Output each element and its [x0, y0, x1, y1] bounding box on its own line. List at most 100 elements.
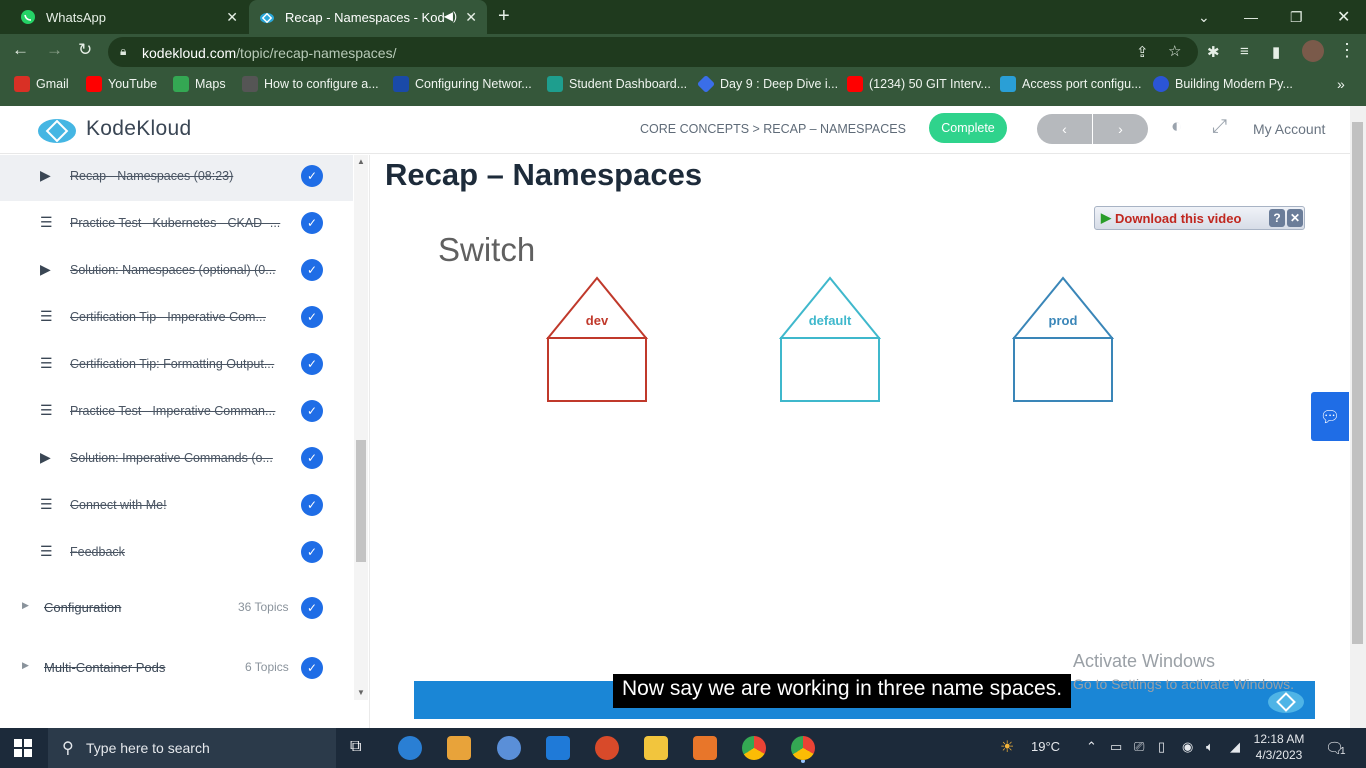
scroll-up-icon[interactable]: ▲	[357, 157, 365, 166]
camera-icon[interactable]: ◉	[1182, 739, 1193, 755]
edge-icon[interactable]	[398, 736, 422, 760]
lesson-item[interactable]: ☰ Practice Test - Kubernetes - CKAD -...…	[0, 202, 353, 248]
windows-start-icon[interactable]	[14, 739, 32, 757]
back-icon[interactable]: ←	[12, 40, 29, 60]
maps-icon	[173, 76, 189, 92]
download-video-button[interactable]: ▶ Download this video ? ✕	[1094, 206, 1305, 230]
help-icon[interactable]: ?	[1269, 209, 1285, 227]
close-window-icon[interactable]: ✕	[1337, 0, 1350, 34]
more-bookmarks-icon[interactable]: »	[1337, 76, 1345, 92]
share-icon[interactable]: ⇪	[1136, 43, 1149, 61]
bookmark-star-icon[interactable]: ☆	[1168, 42, 1181, 60]
bookmark-maps[interactable]: Maps	[173, 76, 226, 92]
lesson-item[interactable]: ▶︎ Solution: Namespaces (optional) (0...…	[0, 249, 353, 295]
lesson-item[interactable]: ☰ Certification Tip - Imperative Com... …	[0, 296, 353, 342]
lesson-item[interactable]: ▶︎ Solution: Imperative Commands (o... ✓	[0, 437, 353, 483]
profile-avatar[interactable]	[1302, 40, 1324, 62]
next-lesson-button[interactable]: ›	[1093, 114, 1148, 144]
house-dev	[545, 276, 649, 402]
page-title: Recap – Namespaces	[385, 157, 703, 192]
scroll-down-icon[interactable]: ▼	[357, 688, 365, 697]
close-tab-icon[interactable]: ✕	[226, 9, 238, 26]
close-tab-icon[interactable]: ✕	[465, 9, 477, 26]
bookmark-day9[interactable]: Day 9 : Deep Dive i...	[696, 74, 838, 94]
bookmark-gmail[interactable]: Gmail	[14, 76, 69, 92]
media-control-icon[interactable]: ≡	[1240, 43, 1249, 60]
bookmark-git-interview[interactable]: (1234) 50 GIT Interv...	[847, 76, 991, 92]
chat-button[interactable]: 💬︎	[1311, 392, 1349, 441]
mail-icon[interactable]	[546, 736, 570, 760]
reload-icon[interactable]: ↻	[78, 40, 92, 60]
expand-triangle-icon[interactable]: ▶	[22, 660, 29, 671]
fullscreen-icon[interactable]: ⤢	[1212, 116, 1227, 138]
chrome-icon[interactable]	[742, 736, 766, 760]
sidebar-scrollbar[interactable]	[354, 155, 368, 700]
house-label-dev: dev	[585, 313, 609, 328]
side-panel-icon[interactable]: ▮	[1272, 43, 1280, 61]
minimize-icon[interactable]: —	[1244, 0, 1258, 34]
section-item[interactable]: ▶ Configuration 36 Topics ✓	[0, 588, 353, 628]
bookmark-label: Maps	[195, 77, 226, 91]
temperature[interactable]: 19°C	[1031, 739, 1060, 754]
tab-kodekloud[interactable]: Recap - Namespaces - KodeK ◀) ✕	[249, 0, 487, 34]
new-tab-icon[interactable]: +	[498, 5, 510, 28]
app-icon[interactable]	[595, 736, 619, 760]
lesson-item[interactable]: ▶︎ Recap - Namespaces (08:23) ✓	[0, 155, 353, 201]
address-bar[interactable]: 🔒︎ kodekloud.com/topic/recap-namespaces/…	[108, 37, 1198, 67]
expand-triangle-icon[interactable]: ▶	[22, 600, 29, 611]
close-icon[interactable]: ✕	[1287, 209, 1303, 227]
dark-mode-icon[interactable]: ◐	[1171, 116, 1182, 138]
kodekloud-logo[interactable]: KodeKloud	[36, 114, 191, 144]
file-explorer-icon[interactable]	[644, 736, 668, 760]
page-scroll-thumb[interactable]	[1352, 122, 1363, 644]
completed-check-icon: ✓	[301, 541, 323, 563]
extensions-icon[interactable]: ✱	[1207, 43, 1220, 61]
breadcrumb[interactable]: CORE CONCEPTS > RECAP – NAMESPACES	[640, 122, 906, 136]
bookmark-youtube[interactable]: YouTube	[86, 76, 157, 92]
app-icon[interactable]	[693, 736, 717, 760]
previous-lesson-button[interactable]: ‹	[1037, 114, 1092, 144]
video-player[interactable]: dev default prod	[414, 215, 1314, 685]
speaker-icon[interactable]: ◀)	[444, 9, 457, 23]
url-path: /topic/recap-namespaces/	[236, 45, 397, 61]
tab-whatsapp[interactable]: WhatsApp ✕	[8, 0, 248, 34]
menu-icon[interactable]: ⋮	[1338, 40, 1356, 61]
forward-icon[interactable]: →	[46, 40, 63, 60]
wifi-icon[interactable]: ◢	[1230, 739, 1240, 755]
system-clock[interactable]: 12:18 AM 4/3/2023	[1251, 731, 1307, 763]
lesson-item[interactable]: ☰ Practice Test - Imperative Comman... ✓	[0, 390, 353, 436]
bookmark-access-port[interactable]: Access port configu...	[1000, 76, 1142, 92]
bookmark-configuring-network[interactable]: Configuring Networ...	[393, 76, 532, 92]
volume-icon[interactable]: 🔈︎	[1206, 739, 1214, 755]
store-icon[interactable]	[447, 736, 471, 760]
taskbar-search[interactable]: ⚲ Type here to search	[48, 728, 336, 768]
chrome-active-icon[interactable]	[791, 736, 815, 760]
complete-button[interactable]: Complete	[929, 113, 1007, 143]
video-icon: ▶︎	[40, 167, 51, 183]
kodekloud-cloud-icon	[38, 119, 76, 143]
task-view-icon[interactable]: ⧉	[350, 738, 374, 762]
lesson-item[interactable]: ☰ Connect with Me! ✓	[0, 484, 353, 530]
show-hidden-icons[interactable]: ⌃	[1086, 739, 1097, 755]
my-account-link[interactable]: My Account	[1253, 121, 1325, 137]
battery-icon[interactable]: ▭	[1110, 739, 1122, 755]
bookmark-student-dashboard[interactable]: Student Dashboard...	[547, 76, 687, 92]
windows-taskbar: ⚲ Type here to search ⧉ ☀ 19°C ⌃ ▭ ⎚ ▯ ◉…	[0, 728, 1366, 768]
bookmark-label: YouTube	[108, 77, 158, 91]
watermark-title: Activate Windows	[1073, 651, 1216, 671]
sidebar-scroll-thumb[interactable]	[356, 440, 366, 562]
weather-icon[interactable]: ☀	[1000, 737, 1014, 757]
bookmark-how-to-configure[interactable]: How to configure a...	[242, 76, 379, 92]
lesson-item[interactable]: ☰ Certification Tip: Formatting Output..…	[0, 343, 353, 389]
section-item[interactable]: ▶ Multi-Container Pods 6 Topics ✓	[0, 648, 353, 688]
tab-search-icon[interactable]: ⌄	[1198, 0, 1210, 34]
network-icon[interactable]: ⎚	[1134, 739, 1144, 755]
lesson-item[interactable]: ☰ Feedback ✓	[0, 531, 353, 577]
app-icon[interactable]	[497, 736, 521, 760]
activate-windows-watermark: Activate Windows Go to Settings to activ…	[1073, 651, 1294, 692]
device-icon[interactable]: ▯	[1158, 739, 1165, 755]
restore-icon[interactable]: ❐	[1290, 0, 1303, 34]
quiz-icon: ☰	[40, 214, 53, 230]
bookmark-building-modern[interactable]: Building Modern Py...	[1153, 76, 1293, 92]
bookmark-label: (1234) 50 GIT Interv...	[869, 77, 991, 91]
